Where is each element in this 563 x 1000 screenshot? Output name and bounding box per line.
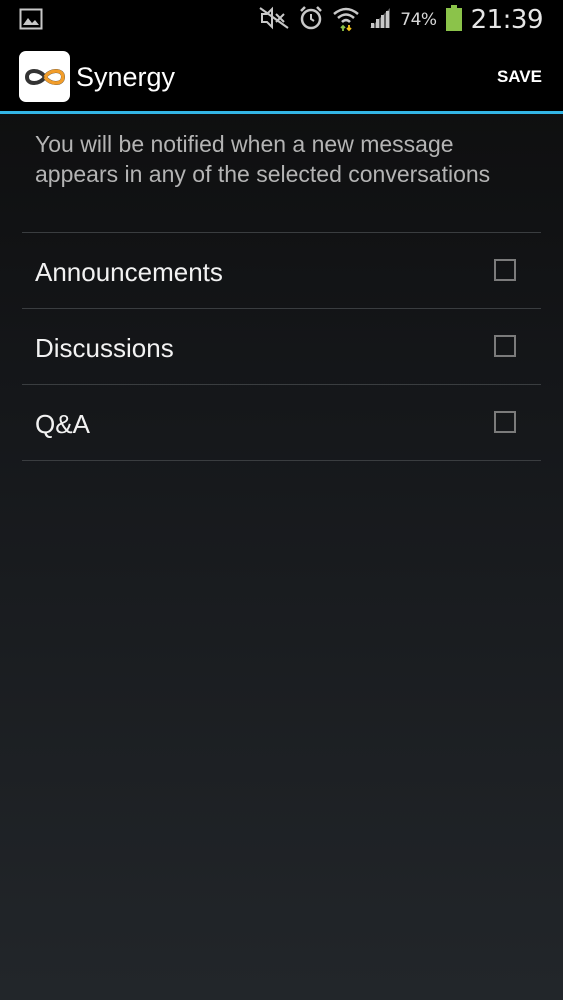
synergy-infinity-icon[interactable] [19, 51, 70, 102]
app-title: Synergy [76, 62, 176, 92]
list-item-label: Discussions [35, 333, 174, 363]
wifi-icon [332, 4, 360, 37]
discussions-checkbox[interactable] [494, 335, 516, 357]
list-item-discussions[interactable]: Discussions [22, 308, 541, 384]
status-bar: 74% 21:39 [0, 0, 563, 40]
save-button[interactable]: SAVE [473, 40, 563, 111]
image-notification-icon [19, 8, 43, 35]
clock: 21:39 [470, 5, 544, 35]
list-item-label: Announcements [35, 257, 223, 287]
announcements-checkbox[interactable] [494, 259, 516, 281]
list-item-announcements[interactable]: Announcements [22, 232, 541, 308]
battery-icon [445, 4, 463, 37]
alarm-icon [298, 5, 324, 36]
action-bar-divider [0, 111, 563, 114]
qa-checkbox[interactable] [494, 411, 516, 433]
conversation-list: Announcements Discussions Q&A [22, 232, 541, 461]
list-item-qa[interactable]: Q&A [22, 384, 541, 461]
battery-percent: 74% [400, 10, 437, 30]
mute-icon [258, 6, 290, 35]
notification-description: You will be notified when a new message … [35, 131, 491, 187]
list-item-label: Q&A [35, 409, 90, 439]
signal-icon [368, 6, 392, 35]
action-bar: Synergy SAVE [0, 40, 563, 111]
